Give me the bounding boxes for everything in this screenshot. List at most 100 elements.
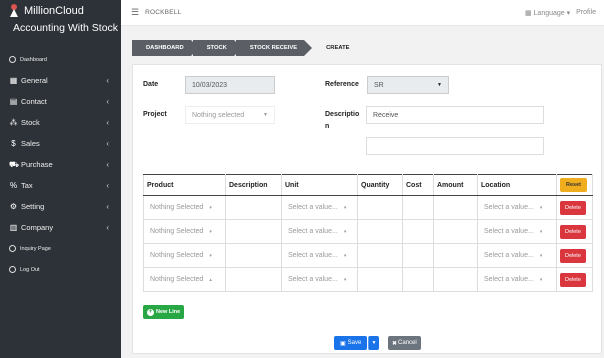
sidebar-item-tax[interactable]: % Tax ‹ <box>0 175 121 196</box>
sidebar-item-label: General <box>21 76 48 85</box>
description-cell[interactable] <box>225 195 282 220</box>
unit-select[interactable]: Select a value... ▾ <box>285 272 354 288</box>
header-actions: Reset <box>556 174 593 196</box>
sidebar-menu: Dashboard ▦ General ‹ ▤ Contact ‹ ⁂ Stock ‹ $ Sales… <box>0 49 121 280</box>
breadcrumb-stock-receive[interactable]: STOCK RECEIVE <box>235 40 313 56</box>
sidebar-item-company[interactable]: ▥ Company ‹ <box>0 217 121 238</box>
product-select[interactable]: Nothing Selected ▾ <box>147 248 222 264</box>
cost-cell[interactable] <box>402 195 434 220</box>
header-amount: Amount <box>433 174 478 196</box>
delete-row-button[interactable]: Delete <box>560 200 586 215</box>
sidebar-item-stock[interactable]: ⁂ Stock ‹ <box>0 112 121 133</box>
sidebar-item-contact[interactable]: ▤ Contact ‹ <box>0 91 121 112</box>
save-button[interactable]: ▣ Save <box>334 336 368 350</box>
reference-select[interactable]: SR ▼ <box>367 76 449 94</box>
caret-down-icon: ▾ <box>539 204 543 211</box>
description-cell[interactable] <box>225 219 282 244</box>
main-content: DASHBOARD STOCK STOCK RECEIVE CREATE Dat… <box>121 26 604 358</box>
product-select[interactable]: Nothing Selected ▴ <box>147 272 222 288</box>
cancel-button[interactable]: ✖ Cancel <box>388 336 421 350</box>
delete-row-button[interactable]: Delete <box>560 224 586 239</box>
caret-down-icon: ▾ <box>539 252 543 259</box>
cart-icon: ⛟ <box>9 159 20 169</box>
sidebar-item-purchase[interactable]: ⛟ Purchase ‹ <box>0 154 121 175</box>
chevron-left-icon: ‹ <box>106 181 109 190</box>
quantity-cell[interactable] <box>357 243 403 268</box>
delete-row-button[interactable]: Delete <box>560 248 586 263</box>
description-input-2[interactable] <box>366 137 544 155</box>
cost-cell[interactable] <box>402 243 434 268</box>
items-table: Product Description Unit Quantity Cost A… <box>143 174 593 292</box>
unit-select[interactable]: Select a value... ▾ <box>285 248 354 264</box>
sidebar-item-sales[interactable]: $ Sales ‹ <box>0 133 121 154</box>
sidebar-item-general[interactable]: ▦ General ‹ <box>0 70 121 91</box>
unit-cell: Select a value... ▾ <box>281 267 358 292</box>
breadcrumb: DASHBOARD STOCK STOCK RECEIVE CREATE <box>132 40 359 56</box>
product-cell: Nothing Selected ▾ <box>143 219 226 244</box>
location-select[interactable]: Select a value... ▾ <box>481 200 553 216</box>
profile-link[interactable]: Profile <box>576 9 596 16</box>
quantity-cell[interactable] <box>357 219 403 244</box>
header-product: Product <box>143 174 226 196</box>
action-cell: Delete <box>556 267 593 292</box>
project-select[interactable]: Nothing selected ▼ <box>185 106 275 124</box>
save-options-dropdown[interactable]: ▼ <box>368 336 379 350</box>
brand-subtitle: Accounting With Stock <box>13 22 119 34</box>
caret-down-icon: ▼ <box>437 82 442 88</box>
caret-down-icon: ▾ <box>539 276 543 283</box>
caret-down-icon: ▾ <box>343 204 347 211</box>
chevron-left-icon: ‹ <box>106 97 109 106</box>
chevron-left-icon: ‹ <box>106 118 109 127</box>
chevron-left-icon: ‹ <box>106 76 109 85</box>
save-icon: ▣ <box>340 340 346 347</box>
delete-row-button[interactable]: Delete <box>560 272 586 287</box>
location-select[interactable]: Select a value... ▾ <box>481 272 553 288</box>
header-cost: Cost <box>402 174 434 196</box>
hamburger-menu-icon[interactable]: ☰ <box>131 7 139 18</box>
sidebar-item-label: Contact <box>21 97 47 106</box>
location-select[interactable]: Select a value... ▾ <box>481 248 553 264</box>
amount-cell <box>433 219 478 244</box>
reset-button[interactable]: Reset <box>560 178 587 192</box>
description-cell[interactable] <box>225 267 282 292</box>
unit-cell: Select a value... ▾ <box>281 195 358 220</box>
description-label: Descriptio <box>325 111 360 118</box>
unit-select[interactable]: Select a value... ▾ <box>285 200 354 216</box>
description-cell[interactable] <box>225 243 282 268</box>
brand: MillionCloud Accounting With Stock <box>0 0 121 44</box>
building-icon: ▥ <box>9 223 18 232</box>
circle-icon <box>9 245 16 252</box>
sidebar-item-log-out[interactable]: Log Out <box>0 259 121 280</box>
description-input[interactable]: Receive <box>366 106 544 124</box>
reference-label: Reference <box>325 81 359 88</box>
cost-cell[interactable] <box>402 267 434 292</box>
sidebar-item-label: Dashboard <box>20 56 47 63</box>
product-select[interactable]: Nothing Selected ▾ <box>147 224 222 240</box>
caret-down-icon: ▾ <box>343 252 347 259</box>
location-cell: Select a value... ▾ <box>477 243 557 268</box>
sidebar-item-label: Tax <box>21 181 33 190</box>
sidebar-item-setting[interactable]: ⚙ Setting ‹ <box>0 196 121 217</box>
product-cell: Nothing Selected ▾ <box>143 195 226 220</box>
date-label: Date <box>143 81 159 88</box>
chevron-down-icon: ▾ <box>566 9 571 17</box>
product-select[interactable]: Nothing Selected ▾ <box>147 200 222 216</box>
circle-icon <box>9 266 16 273</box>
date-field[interactable]: 10/03/2023 <box>185 76 275 94</box>
action-cell: Delete <box>556 219 593 244</box>
breadcrumb-dashboard[interactable]: DASHBOARD <box>132 40 199 56</box>
new-line-button[interactable]: + New Line <box>143 305 185 319</box>
unit-select[interactable]: Select a value... ▾ <box>285 224 354 240</box>
sidebar-item-inquiry-page[interactable]: Inquiry Page <box>0 238 121 259</box>
cost-cell[interactable] <box>402 219 434 244</box>
header-location: Location <box>477 174 557 196</box>
location-select[interactable]: Select a value... ▾ <box>481 224 553 240</box>
quantity-cell[interactable] <box>357 267 403 292</box>
breadcrumb-stock[interactable]: STOCK <box>192 40 243 56</box>
language-selector[interactable]: ▦ Language ▾ <box>525 9 570 17</box>
sidebar: MillionCloud Accounting With Stock Dashb… <box>0 0 121 358</box>
quantity-cell[interactable] <box>357 195 403 220</box>
sidebar-item-dashboard[interactable]: Dashboard <box>0 49 121 70</box>
chevron-left-icon: ‹ <box>106 139 109 148</box>
plus-circle-icon: + <box>147 308 154 316</box>
